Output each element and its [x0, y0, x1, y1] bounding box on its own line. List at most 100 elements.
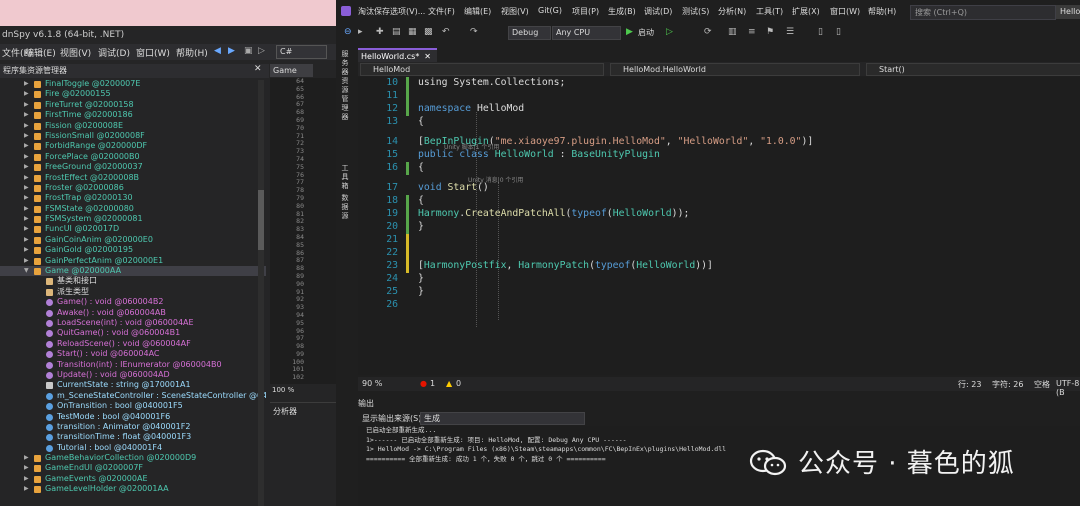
tree-item[interactable]: OnTransition : bool @040001F5 — [0, 401, 266, 411]
code-line[interactable]: 21 — [358, 234, 1080, 247]
collapsed-arrow-icon[interactable]: ▶ — [24, 152, 29, 162]
start-without-debug-icon[interactable]: ▷ — [666, 27, 673, 37]
tree-item[interactable]: LoadScene(int) : void @060004AE — [0, 318, 266, 328]
tree-item[interactable]: ReloadScene() : void @060004AF — [0, 339, 266, 349]
tree-item[interactable]: transition : Animator @040001F2 — [0, 422, 266, 432]
code-line[interactable]: 10 using System.Collections; — [358, 77, 1080, 90]
output-source-select[interactable]: 生成 — [420, 412, 585, 425]
tree-item[interactable]: Tutorial : bool @040001F4 — [0, 443, 266, 453]
collapsed-arrow-icon[interactable]: ▶ — [24, 245, 29, 255]
tree-item[interactable]: ▶ GameEvents @020000AE — [0, 474, 266, 484]
tree-item[interactable]: Start() : void @060004AC — [0, 349, 266, 359]
bookmark-prev-icon[interactable]: ▯ — [836, 27, 841, 37]
vs-menu-file[interactable]: 文件(F) — [428, 6, 455, 17]
collapsed-arrow-icon[interactable]: ▶ — [24, 256, 29, 266]
toolbox-tab[interactable]: 工具箱 — [340, 164, 350, 191]
vs-menu-test[interactable]: 测试(S) — [682, 6, 709, 17]
tree-item[interactable]: ▶ ForcePlace @020000B0 — [0, 152, 266, 162]
vs-menu-git[interactable]: Git(G) — [538, 6, 562, 15]
collapsed-arrow-icon[interactable]: ▶ — [24, 121, 29, 131]
tree-item[interactable]: m_SceneStateController : SceneStateContr… — [0, 391, 266, 401]
collapsed-arrow-icon[interactable]: ▶ — [24, 193, 29, 203]
tree-item[interactable]: ▶ GameBehaviorCollection @020000D9 — [0, 453, 266, 463]
codelens-hint[interactable]: Unity 脚本|1 个引用 — [444, 142, 499, 151]
bookmark-icon[interactable]: ⚑ — [766, 27, 774, 37]
warning-count[interactable]: 0 — [456, 379, 461, 388]
close-icon[interactable]: ✕ — [254, 64, 262, 74]
code-line[interactable]: 16 { — [358, 162, 1080, 175]
code-line[interactable]: 23 [HarmonyPostfix, HarmonyPatch(typeof(… — [358, 260, 1080, 273]
vs-menu-save-options[interactable]: 淘汰保存选项(V)... — [358, 6, 425, 17]
comment-icon[interactable]: ≡ — [748, 27, 756, 37]
tree-item[interactable]: ▶ Fission @0200008E — [0, 121, 266, 131]
tree-item[interactable]: ▶ FireTurret @02000158 — [0, 100, 266, 110]
tree-item[interactable]: ▶ GameLevelHolder @020001AA — [0, 484, 266, 494]
tree-item[interactable]: ▶ Froster @02000086 — [0, 183, 266, 193]
forward-arrow-icon[interactable]: ▶ — [228, 46, 235, 56]
tree-item[interactable]: ▶ GainPerfectAnim @020000E1 — [0, 256, 266, 266]
tree-item[interactable]: ▶ FinalToggle @0200007E — [0, 79, 266, 89]
collapsed-arrow-icon[interactable]: ▶ — [24, 224, 29, 234]
vs-search-box[interactable]: 搜索 (Ctrl+Q) — [910, 5, 1056, 20]
error-icon[interactable]: ● — [420, 379, 427, 388]
tree-item[interactable]: ▶ FrostEffect @0200008B — [0, 173, 266, 183]
code-line[interactable]: 18 { — [358, 195, 1080, 208]
collapsed-arrow-icon[interactable]: ▶ — [24, 235, 29, 245]
open-folder-icon[interactable]: ▣ — [244, 46, 253, 56]
tree-item[interactable]: ▶ FreeGround @02000037 — [0, 162, 266, 172]
dnspy-menu-help[interactable]: 帮助(H) — [176, 46, 208, 59]
back-arrow-icon[interactable]: ◀ — [214, 46, 221, 56]
tree-scrollbar-thumb[interactable] — [258, 190, 264, 250]
tree-item[interactable]: Awake() : void @060004AB — [0, 308, 266, 318]
vs-solution-name[interactable]: Hello — [1056, 5, 1080, 19]
tree-item[interactable]: ▶ FSMState @02000080 — [0, 204, 266, 214]
server-explorer-tab[interactable]: 服务器资源管理器 — [340, 50, 350, 122]
forward-nav-icon[interactable]: ▸ — [358, 27, 363, 37]
code-line[interactable]: 24 } — [358, 273, 1080, 286]
tree-item[interactable]: ▶ GainCoinAnim @020000E0 — [0, 235, 266, 245]
tree-item[interactable]: ▶ FirstTime @02000186 — [0, 110, 266, 120]
dnspy-menu-window[interactable]: 窗口(W) — [136, 46, 170, 59]
collapsed-arrow-icon[interactable]: ▶ — [24, 79, 29, 89]
vs-menu-build[interactable]: 生成(B) — [608, 6, 636, 17]
save-all-icon[interactable]: ▩ — [424, 27, 433, 37]
code-line[interactable]: 26 — [358, 299, 1080, 312]
collapsed-arrow-icon[interactable]: ▶ — [24, 162, 29, 172]
collapsed-arrow-icon[interactable]: ▶ — [24, 183, 29, 193]
format-icon[interactable]: ☰ — [786, 27, 794, 37]
collapsed-arrow-icon[interactable]: ▶ — [24, 204, 29, 214]
collapsed-arrow-icon[interactable]: ▶ — [24, 100, 29, 110]
error-count[interactable]: 1 — [430, 379, 435, 388]
diagnostics-icon[interactable]: ▥ — [728, 27, 737, 37]
tab-helloworld-cs[interactable]: HelloWorld.cs* ✕ — [358, 48, 437, 63]
code-line[interactable]: 17 void Start() — [358, 182, 1080, 195]
tree-item[interactable]: 基类和接口 — [0, 276, 266, 286]
code-line[interactable]: 19 Harmony.CreateAndPatchAll(typeof(Hell… — [358, 208, 1080, 221]
codelens-hint[interactable]: Unity 消息|0 个引用 — [468, 175, 523, 184]
code-line[interactable]: 12 namespace HelloMod — [358, 103, 1080, 116]
tree-item[interactable]: TestMode : bool @040001F6 — [0, 412, 266, 422]
tree-scrollbar[interactable] — [258, 80, 264, 506]
open-icon[interactable]: ▤ — [392, 27, 401, 37]
tree-item[interactable]: ▶ ForbidRange @020000DF — [0, 141, 266, 151]
collapsed-arrow-icon[interactable]: ▶ — [24, 173, 29, 183]
start-button[interactable]: 启动 — [638, 27, 654, 38]
tree-item[interactable]: ▶ FrostTrap @02000130 — [0, 193, 266, 203]
configuration-select[interactable]: Debug — [508, 26, 551, 40]
member-dropdown[interactable]: Start() — [866, 63, 1080, 76]
tree-item[interactable]: ▶ GameEndUI @0200007F — [0, 463, 266, 473]
dnspy-menu-debug[interactable]: 调试(D) — [98, 46, 130, 59]
tree-item[interactable]: ▼ Game @020000AA — [0, 266, 266, 277]
collapsed-arrow-icon[interactable]: ▶ — [24, 141, 29, 151]
collapsed-arrow-icon[interactable]: ▶ — [24, 89, 29, 99]
code-line[interactable]: 20 } — [358, 221, 1080, 234]
vs-menu-edit[interactable]: 编辑(E) — [464, 6, 491, 17]
tree-item[interactable]: transitionTime : float @040001F3 — [0, 432, 266, 442]
collapsed-arrow-icon[interactable]: ▶ — [24, 110, 29, 120]
code-line[interactable]: 13 { — [358, 116, 1080, 129]
type-dropdown[interactable]: HelloMod.HelloWorld — [610, 63, 860, 76]
tree-item[interactable]: ▶ FSMSystem @02000081 — [0, 214, 266, 224]
platform-select[interactable]: Any CPU — [552, 26, 621, 40]
expanded-arrow-icon[interactable]: ▼ — [24, 266, 29, 276]
vs-menu-help[interactable]: 帮助(H) — [868, 6, 896, 17]
